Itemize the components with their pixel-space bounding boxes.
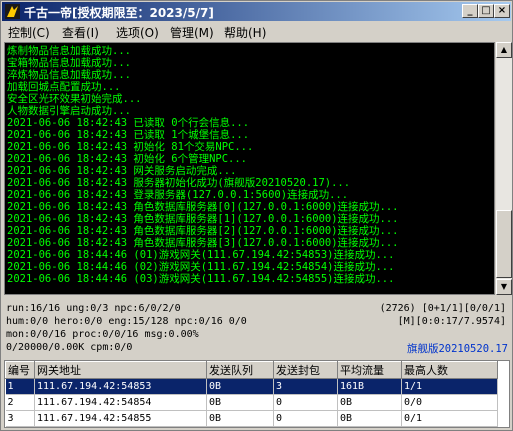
main-window: 千古一帝[授权期限至：2023/5/7] _ □ × 控制(C) 查看(I) 选… bbox=[0, 0, 513, 431]
minimize-button[interactable]: _ bbox=[462, 4, 478, 18]
log-line: 2021-06-06 18:42:43 角色数据库服务器[0](127.0.0.… bbox=[7, 201, 399, 213]
log-line: 炼制物品信息加载成功... bbox=[7, 45, 131, 57]
cell-send-packets: 0 bbox=[273, 410, 338, 427]
log-line: 2021-06-06 18:42:43 服务器初始化成功(旗舰版20210520… bbox=[7, 177, 351, 189]
cell-avg-traffic: 0B bbox=[337, 410, 402, 427]
scroll-thumb[interactable] bbox=[496, 210, 512, 278]
stat-line-4: 0/20000/0.00K cpm:0/0 bbox=[6, 342, 133, 353]
stat-line-1-right: (2726) [0+1/1][0/0/1] bbox=[379, 303, 506, 314]
cell-id: 3 bbox=[5, 410, 35, 427]
stat-line-2: hum:0/0 hero:0/0 eng:15/128 npc:0/16 0/0 bbox=[6, 316, 247, 327]
cell-address: 111.67.194.42:54855 bbox=[34, 410, 207, 427]
close-button[interactable]: × bbox=[494, 4, 510, 18]
cell-id: 2 bbox=[5, 394, 35, 411]
cell-address: 111.67.194.42:54853 bbox=[34, 378, 207, 395]
log-line: 2021-06-06 18:42:43 已读取 0个行会信息... bbox=[7, 117, 250, 129]
console-scrollbar[interactable]: ▲ ▼ bbox=[496, 42, 512, 295]
log-line: 宝箱物品信息加载成功... bbox=[7, 57, 131, 69]
table-row[interactable]: 2 111.67.194.42:54854 0B 0 0B 0/0 bbox=[5, 394, 498, 411]
menu-control[interactable]: 控制(C) bbox=[8, 24, 50, 41]
cell-send-queue: 0B bbox=[206, 378, 274, 395]
cell-avg-traffic: 0B bbox=[337, 394, 402, 411]
menu-help[interactable]: 帮助(H) bbox=[224, 24, 266, 41]
log-line: 2021-06-06 18:42:43 登录服务器(127.0.0.1:5600… bbox=[7, 189, 349, 201]
cell-max-users: 1/1 bbox=[401, 378, 498, 395]
table-header: 编号 网关地址 发送队列 发送封包 平均流量 最高人数 bbox=[5, 361, 498, 379]
stat-line-2-right: [M][0:0:17/7.9574] bbox=[397, 316, 506, 327]
cell-address: 111.67.194.42:54854 bbox=[34, 394, 207, 411]
log-line: 2021-06-06 18:42:43 初始化 81个交易NPC... bbox=[7, 141, 254, 153]
log-line: 2021-06-06 18:42:43 角色数据库服务器[2](127.0.0.… bbox=[7, 225, 399, 237]
stat-line-1: run:16/16 ung:0/3 npc:6/0/2/0 bbox=[6, 303, 181, 314]
col-header-address[interactable]: 网关地址 bbox=[34, 361, 207, 379]
log-line: 2021-06-06 18:44:46 (01)游戏网关(111.67.194.… bbox=[7, 249, 395, 261]
cell-send-packets: 0 bbox=[273, 394, 338, 411]
log-line: 安全区光环效果初始完成... bbox=[7, 93, 142, 105]
col-header-avg-traffic[interactable]: 平均流量 bbox=[337, 361, 402, 379]
app-logo-icon bbox=[5, 4, 20, 19]
title-bar[interactable]: 千古一帝[授权期限至：2023/5/7] _ □ × bbox=[2, 2, 511, 21]
log-line: 2021-06-06 18:42:43 角色数据库服务器[3](127.0.0.… bbox=[7, 237, 399, 249]
log-line: 淬炼物品信息加载成功... bbox=[7, 69, 131, 81]
gateway-table[interactable]: 编号 网关地址 发送队列 发送封包 平均流量 最高人数 1 111.67.194… bbox=[4, 360, 510, 428]
menu-view[interactable]: 查看(I) bbox=[62, 24, 99, 41]
log-line: 2021-06-06 18:44:46 (03)游戏网关(111.67.194.… bbox=[7, 273, 395, 285]
window-title: 千古一帝[授权期限至：2023/5/7] bbox=[24, 6, 214, 20]
table-row[interactable]: 1 111.67.194.42:54853 0B 3 161B 1/1 bbox=[5, 378, 498, 395]
log-console[interactable]: 炼制物品信息加载成功... 宝箱物品信息加载成功... 淬炼物品信息加载成功..… bbox=[4, 42, 495, 295]
col-header-send-packets[interactable]: 发送封包 bbox=[273, 361, 338, 379]
table-row[interactable]: 3 111.67.194.42:54855 0B 0 0B 0/1 bbox=[5, 410, 498, 427]
cell-id: 1 bbox=[5, 378, 35, 395]
cell-max-users: 0/0 bbox=[401, 394, 498, 411]
version-label: 旗舰版20210520.17 bbox=[406, 343, 508, 355]
log-line: 2021-06-06 18:42:43 角色数据库服务器[1](127.0.0.… bbox=[7, 213, 399, 225]
menu-bar: 控制(C) 查看(I) 选项(O) 管理(M) 帮助(H) bbox=[2, 22, 511, 41]
cell-max-users: 0/1 bbox=[401, 410, 498, 427]
col-header-max-users[interactable]: 最高人数 bbox=[401, 361, 498, 379]
log-line: 2021-06-06 18:42:43 已读取 1个城堡信息... bbox=[7, 129, 250, 141]
cell-send-queue: 0B bbox=[206, 394, 274, 411]
log-line: 2021-06-06 18:42:43 网关服务启动完成... bbox=[7, 165, 237, 177]
cell-send-packets: 3 bbox=[273, 378, 338, 395]
cell-avg-traffic: 161B bbox=[337, 378, 402, 395]
scroll-down-icon[interactable]: ▼ bbox=[496, 279, 512, 295]
col-header-send-queue[interactable]: 发送队列 bbox=[206, 361, 274, 379]
stat-line-3: mon:0/0/16 proc:0/0/16 msg:0.00% bbox=[6, 329, 199, 340]
log-line: 加载回城点配置成功... bbox=[7, 81, 121, 93]
col-header-id[interactable]: 编号 bbox=[5, 361, 35, 379]
menu-options[interactable]: 选项(O) bbox=[116, 24, 159, 41]
maximize-button[interactable]: □ bbox=[478, 4, 494, 18]
log-line: 2021-06-06 18:42:43 初始化 6个管理NPC... bbox=[7, 153, 248, 165]
menu-manage[interactable]: 管理(M) bbox=[170, 24, 214, 41]
scroll-up-icon[interactable]: ▲ bbox=[496, 42, 512, 58]
log-line: 2021-06-06 18:44:46 (02)游戏网关(111.67.194.… bbox=[7, 261, 395, 273]
log-line: 人物数据引擎启动成功... bbox=[7, 105, 131, 117]
cell-send-queue: 0B bbox=[206, 410, 274, 427]
